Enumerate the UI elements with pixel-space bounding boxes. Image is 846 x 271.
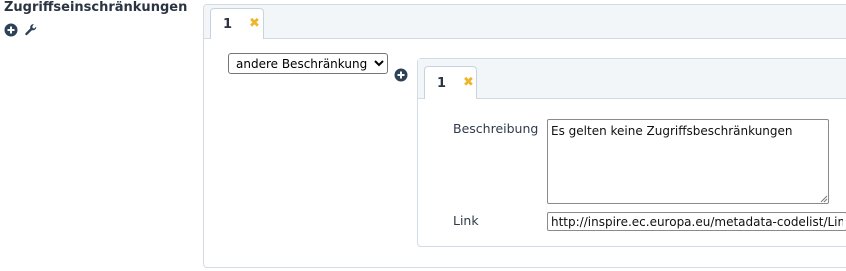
outer-tabbar: 1 ✖ (204, 5, 846, 40)
tab-label: 1 (437, 76, 447, 91)
tab-underline (425, 98, 476, 100)
inner-tabbar: 1 ✖ (418, 59, 846, 100)
plus-circle-icon[interactable] (394, 67, 408, 82)
link-label: Link (453, 213, 479, 228)
wrench-icon[interactable] (24, 22, 38, 36)
inner-panel: 1 ✖ Beschreibung Es gelten keine Zugriff… (417, 58, 846, 247)
tab-underline (211, 38, 263, 40)
close-x-icon[interactable]: ✖ (463, 75, 474, 90)
link-input[interactable] (547, 212, 846, 231)
section-title: Zugriffseinschränkungen (4, 0, 188, 15)
beschreibung-label: Beschreibung (453, 121, 539, 136)
close-x-icon[interactable]: ✖ (249, 16, 260, 31)
tab-label: 1 (223, 17, 233, 32)
inner-tab-1[interactable]: 1 ✖ (424, 66, 477, 100)
beschreibung-textarea[interactable]: Es gelten keine Zugriffsbeschränkungen (547, 119, 829, 204)
tab-1[interactable]: 1 ✖ (210, 8, 264, 40)
resize-grip-icon[interactable] (820, 195, 828, 203)
restriction-type-select[interactable]: andere Beschränkungen (228, 53, 388, 74)
plus-circle-icon[interactable] (4, 22, 18, 37)
section-actions (4, 22, 38, 37)
outer-panel: 1 ✖ andere Beschränkungen 1 ✖ Beschreibu… (203, 4, 846, 268)
